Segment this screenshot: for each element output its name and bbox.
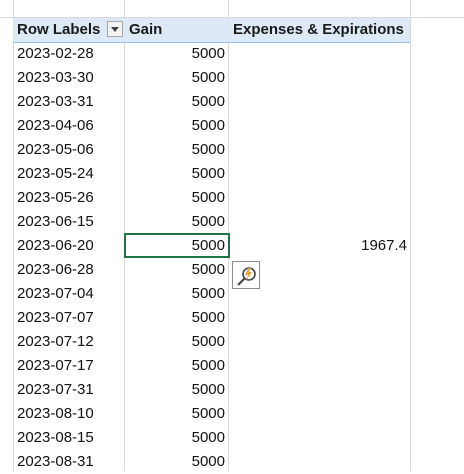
- table-row[interactable]: 2023-08-10 5000: [0, 402, 464, 426]
- row-label-cell[interactable]: 2023-03-30: [17, 66, 94, 90]
- gain-cell[interactable]: 5000: [126, 330, 225, 354]
- row-label-cell[interactable]: 2023-04-06: [17, 114, 94, 138]
- table-row[interactable]: 2023-05-24 5000: [0, 162, 464, 186]
- table-row[interactable]: 2023-08-15 5000: [0, 426, 464, 450]
- gain-cell[interactable]: 5000: [126, 306, 225, 330]
- table-row[interactable]: 2023-02-28 5000: [0, 42, 464, 66]
- expenses-cell[interactable]: [230, 450, 407, 474]
- table-row[interactable]: 2023-03-31 5000: [0, 90, 464, 114]
- table-row[interactable]: 2023-07-07 5000: [0, 306, 464, 330]
- expenses-cell[interactable]: [230, 186, 407, 210]
- expenses-cell[interactable]: [230, 66, 407, 90]
- table-row[interactable]: 2023-05-06 5000: [0, 138, 464, 162]
- gain-cell[interactable]: 5000: [126, 138, 225, 162]
- table-row[interactable]: 2023-06-15 5000: [0, 210, 464, 234]
- gain-cell[interactable]: 5000: [126, 162, 225, 186]
- row-label-cell[interactable]: 2023-07-12: [17, 330, 94, 354]
- expenses-cell[interactable]: [230, 330, 407, 354]
- gain-cell[interactable]: 5000: [126, 66, 225, 90]
- expenses-cell[interactable]: [230, 138, 407, 162]
- row-labels-header[interactable]: Row Labels: [17, 18, 100, 42]
- row-label-cell[interactable]: 2023-07-31: [17, 378, 94, 402]
- expenses-cell[interactable]: [230, 402, 407, 426]
- quick-analysis-icon[interactable]: [232, 261, 260, 289]
- gain-header[interactable]: Gain: [129, 18, 162, 42]
- expenses-cell[interactable]: [230, 90, 407, 114]
- table-row[interactable]: 2023-06-20 5000 1967.4: [0, 234, 464, 258]
- expenses-cell[interactable]: [230, 114, 407, 138]
- gain-cell[interactable]: 5000: [126, 282, 225, 306]
- row-label-cell[interactable]: 2023-08-31: [17, 450, 94, 474]
- row-label-cell[interactable]: 2023-08-15: [17, 426, 94, 450]
- table-row[interactable]: 2023-04-06 5000: [0, 114, 464, 138]
- row-label-cell[interactable]: 2023-03-31: [17, 90, 94, 114]
- expenses-cell[interactable]: [230, 354, 407, 378]
- gain-cell[interactable]: 5000: [126, 258, 225, 282]
- table-row[interactable]: 2023-07-12 5000: [0, 330, 464, 354]
- filter-dropdown-icon[interactable]: [107, 21, 123, 37]
- table-row[interactable]: 2023-08-31 5000: [0, 450, 464, 474]
- expenses-cell[interactable]: [230, 210, 407, 234]
- row-label-cell[interactable]: 2023-06-28: [17, 258, 94, 282]
- gain-cell[interactable]: 5000: [126, 402, 225, 426]
- expenses-cell[interactable]: [230, 306, 407, 330]
- table-row[interactable]: 2023-03-30 5000: [0, 66, 464, 90]
- gain-cell[interactable]: 5000: [126, 186, 225, 210]
- expenses-cell[interactable]: [230, 162, 407, 186]
- table-row[interactable]: 2023-07-17 5000: [0, 354, 464, 378]
- row-label-cell[interactable]: 2023-07-17: [17, 354, 94, 378]
- expenses-header[interactable]: Expenses & Expirations: [233, 18, 404, 42]
- gain-cell[interactable]: 5000: [126, 426, 225, 450]
- table-row[interactable]: 2023-07-31 5000: [0, 378, 464, 402]
- spreadsheet-grid[interactable]: Row Labels Gain Expenses & Expirations 2…: [0, 0, 464, 471]
- table-row[interactable]: 2023-05-26 5000: [0, 186, 464, 210]
- gain-cell[interactable]: 5000: [126, 210, 225, 234]
- gain-cell[interactable]: 5000: [126, 354, 225, 378]
- row-label-cell[interactable]: 2023-08-10: [17, 402, 94, 426]
- row-label-cell[interactable]: 2023-07-07: [17, 306, 94, 330]
- gain-cell[interactable]: 5000: [126, 378, 225, 402]
- gain-cell[interactable]: 5000: [126, 114, 225, 138]
- row-label-cell[interactable]: 2023-05-06: [17, 138, 94, 162]
- gain-cell[interactable]: 5000: [126, 42, 225, 66]
- gain-cell[interactable]: 5000: [126, 450, 225, 474]
- row-label-cell[interactable]: 2023-05-26: [17, 186, 94, 210]
- expenses-cell[interactable]: [230, 42, 407, 66]
- gain-cell[interactable]: 5000: [126, 90, 225, 114]
- row-label-cell[interactable]: 2023-02-28: [17, 42, 94, 66]
- expenses-cell[interactable]: [230, 426, 407, 450]
- row-label-cell[interactable]: 2023-05-24: [17, 162, 94, 186]
- expenses-cell[interactable]: [230, 378, 407, 402]
- active-cell-selection[interactable]: [124, 233, 230, 258]
- expenses-cell[interactable]: 1967.4: [230, 234, 407, 258]
- row-label-cell[interactable]: 2023-07-04: [17, 282, 94, 306]
- row-label-cell[interactable]: 2023-06-20: [17, 234, 94, 258]
- row-label-cell[interactable]: 2023-06-15: [17, 210, 94, 234]
